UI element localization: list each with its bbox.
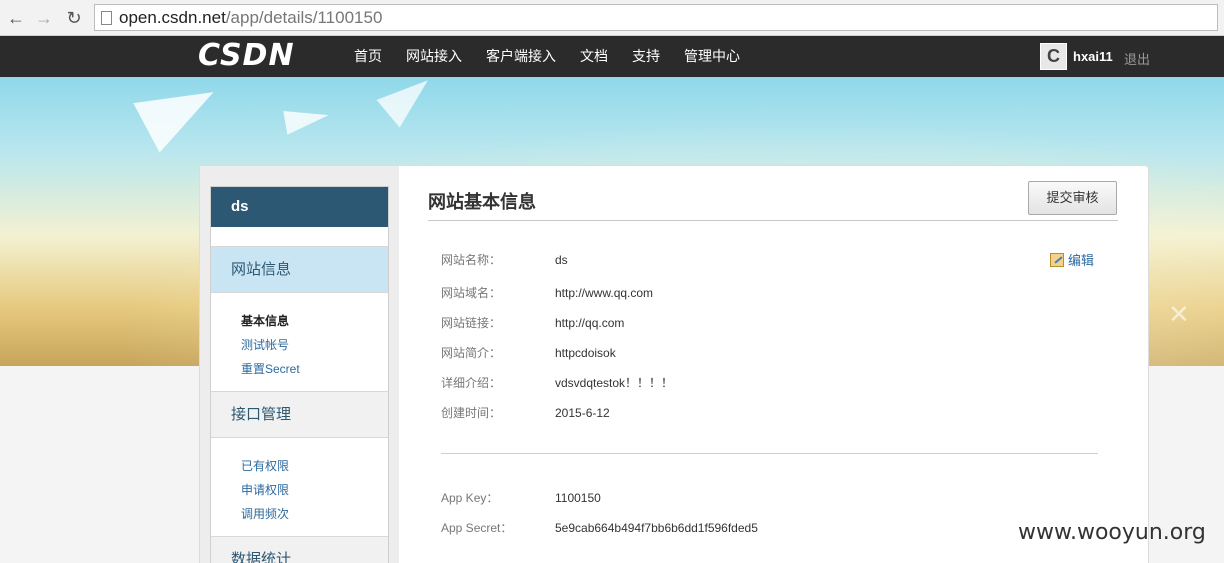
edit-icon (1050, 253, 1064, 267)
sidebar-link-call-frequency[interactable]: 调用频次 (241, 502, 388, 526)
sidebar-link-basic-info[interactable]: 基本信息 (241, 309, 388, 333)
sidebar-panel: ds 网站信息 基本信息 测试帐号 重置Secret 接口管理 已有权限 申请权… (210, 186, 389, 563)
field-value: ds (555, 253, 568, 267)
field-label: 网站链接： (441, 316, 502, 330)
csdn-logo[interactable]: CSDN (198, 38, 295, 73)
nav-item-docs[interactable]: 文档 (568, 36, 620, 77)
field-description: 详细介绍： vdsvdqtestok！！！！ (441, 374, 673, 391)
sidebar-spacer (211, 227, 388, 247)
field-app-secret: App Secret： 5e9cab664b494f7bb6b6dd1f596fd… (441, 519, 758, 536)
app-name-header: ds (211, 187, 388, 227)
field-label: 详细介绍： (441, 376, 502, 390)
nav-item-support[interactable]: 支持 (620, 36, 672, 77)
field-label: 网站域名： (441, 286, 502, 300)
top-navbar: CSDN 首页 网站接入 客户端接入 文档 支持 管理中心 C hxai11 退… (0, 36, 1224, 77)
browser-toolbar: ← → ↻ open.csdn.net/app/details/1100150 (0, 0, 1224, 36)
watermark: www.wooyun.org (1018, 520, 1206, 545)
sidebar-link-test-account[interactable]: 测试帐号 (241, 333, 388, 357)
field-label: App Secret： (441, 521, 513, 535)
sidebar: ds 网站信息 基本信息 测试帐号 重置Secret 接口管理 已有权限 申请权… (200, 166, 399, 563)
field-value: http://qq.com (555, 316, 625, 330)
nav-item-home[interactable]: 首页 (342, 36, 394, 77)
edit-button[interactable]: 编辑 (1050, 250, 1094, 269)
nav-item-website-access[interactable]: 网站接入 (394, 36, 474, 77)
field-value: 1100150 (555, 491, 601, 505)
sidebar-link-reset-secret[interactable]: 重置Secret (241, 357, 388, 381)
sidebar-section-statistics[interactable]: 数据统计 (211, 537, 388, 563)
forward-arrow-icon[interactable]: → (32, 6, 56, 30)
logout-link[interactable]: 退出 (1124, 49, 1150, 68)
sidebar-section-site-info[interactable]: 网站信息 (211, 247, 388, 293)
paper-plane-icon (133, 67, 227, 153)
field-site-summary: 网站简介： httpcdoisok (441, 344, 616, 361)
field-created-time: 创建时间： 2015-6-12 (441, 404, 610, 421)
edit-label: 编辑 (1068, 253, 1095, 268)
field-value: vdsvdqtestok！！！！ (555, 376, 674, 390)
page-title: 网站基本信息 (428, 192, 536, 212)
field-site-domain: 网站域名： http://www.qq.com (441, 284, 653, 301)
field-value: 5e9cab664b494f7bb6b6dd1f596fded5 (555, 521, 758, 535)
field-label: 创建时间： (441, 406, 502, 420)
field-site-link: 网站链接： http://qq.com (441, 314, 624, 331)
paper-plane-icon (283, 103, 331, 135)
reload-icon[interactable]: ↻ (62, 6, 86, 30)
close-icon[interactable]: ✕ (1168, 299, 1190, 330)
sidebar-link-apply-permissions[interactable]: 申请权限 (241, 478, 388, 502)
field-label: 网站名称： (441, 253, 502, 267)
url-host: open.csdn.net (119, 8, 226, 27)
field-site-name: 网站名称： ds (441, 251, 568, 268)
field-app-key: App Key： 1100150 (441, 489, 601, 506)
nav-item-admin-center[interactable]: 管理中心 (672, 36, 752, 77)
field-value: httpcdoisok (555, 346, 616, 360)
field-label: 网站简介： (441, 346, 502, 360)
app-details-card: ds 网站信息 基本信息 测试帐号 重置Secret 接口管理 已有权限 申请权… (199, 165, 1149, 563)
sidebar-link-existing-permissions[interactable]: 已有权限 (241, 454, 388, 478)
sidebar-section-api-management[interactable]: 接口管理 (211, 392, 388, 438)
sidebar-links-api-management: 已有权限 申请权限 调用频次 (211, 438, 388, 537)
username[interactable]: hxai11 (1073, 49, 1113, 64)
url-path: /app/details/1100150 (225, 8, 383, 27)
back-arrow-icon[interactable]: ← (4, 6, 28, 30)
url-text: open.csdn.net/app/details/1100150 (119, 8, 382, 28)
page-icon (101, 11, 112, 25)
field-label: App Key： (441, 491, 499, 505)
divider (428, 220, 1118, 221)
field-value: http://www.qq.com (555, 286, 654, 300)
address-bar[interactable]: open.csdn.net/app/details/1100150 (94, 4, 1218, 31)
submit-review-button[interactable]: 提交审核 (1028, 181, 1117, 215)
sidebar-links-site-info: 基本信息 测试帐号 重置Secret (211, 293, 388, 392)
field-value: 2015-6-12 (555, 406, 610, 420)
avatar[interactable]: C (1040, 43, 1067, 70)
main-menu: 首页 网站接入 客户端接入 文档 支持 管理中心 (342, 36, 752, 77)
divider (441, 453, 1098, 454)
nav-item-client-access[interactable]: 客户端接入 (474, 36, 568, 77)
